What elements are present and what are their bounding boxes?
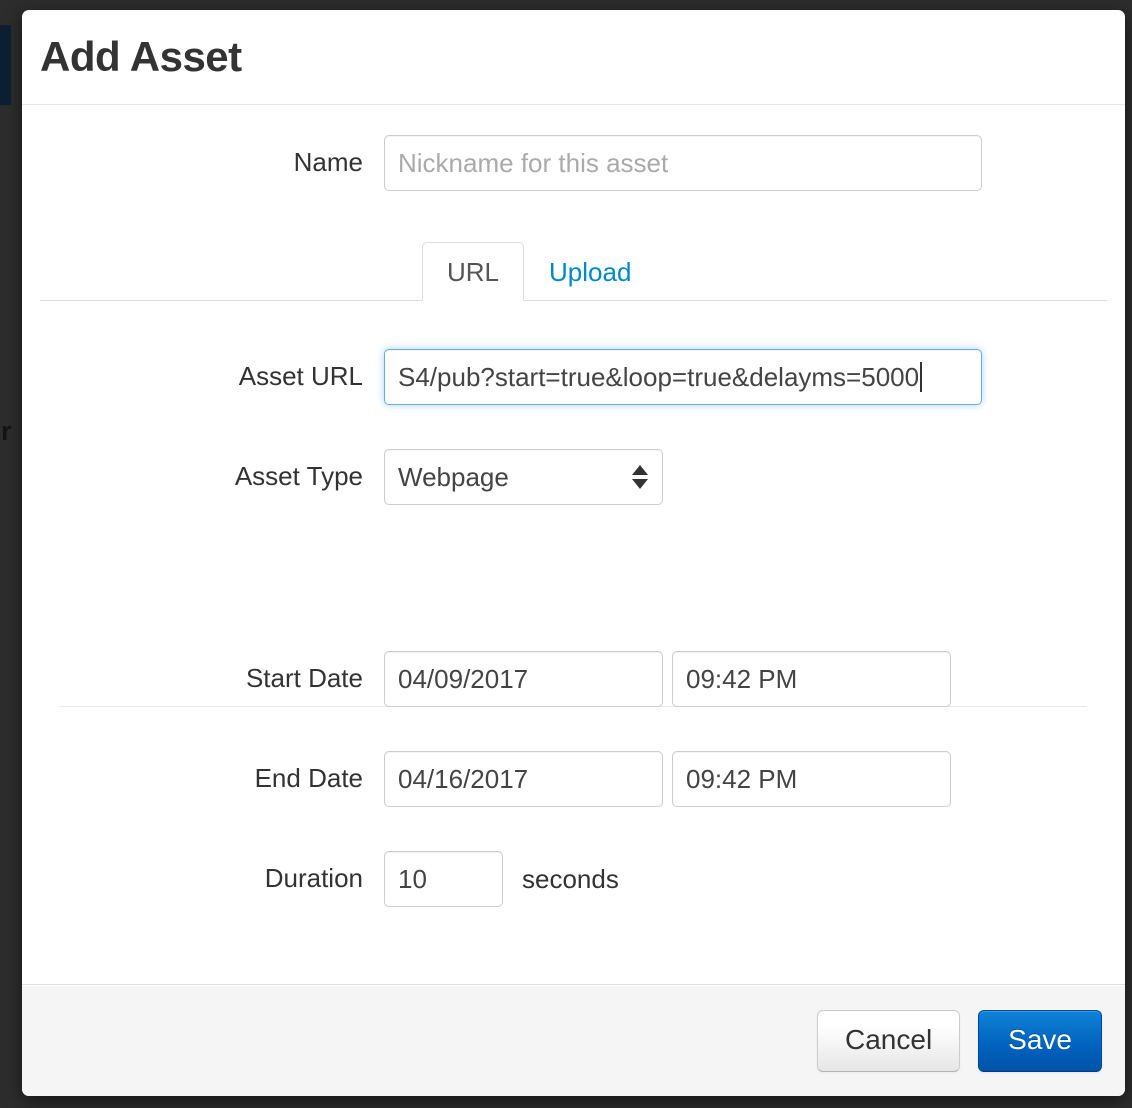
- form-row-asset-type: Asset Type Webpage: [40, 449, 1107, 505]
- start-date-input[interactable]: 04/09/2017: [384, 651, 663, 707]
- background-text-sliver: er: [0, 416, 12, 446]
- start-date-label: Start Date: [245, 663, 363, 693]
- asset-type-select[interactable]: Webpage: [384, 449, 663, 505]
- name-label: Name: [293, 147, 363, 177]
- form-row-end-date: End Date 04/16/2017 09:42 PM: [40, 751, 1107, 807]
- duration-unit-label: seconds: [522, 864, 619, 894]
- duration-input[interactable]: 10: [384, 851, 503, 907]
- text-caret: [920, 362, 923, 392]
- modal-header: Add Asset: [22, 10, 1125, 105]
- form-row-duration: Duration 10 seconds: [40, 851, 1107, 907]
- start-date-field-area: 04/09/2017 09:42 PM: [384, 651, 951, 707]
- name-input[interactable]: Nickname for this asset: [384, 135, 982, 191]
- form-row-asset-url: Asset URL S4/pub?start=true&loop=true&de…: [40, 349, 1107, 405]
- page-title: Add Asset: [40, 33, 242, 80]
- modal-body: Name Nickname for this asset URL Upload …: [22, 105, 1125, 984]
- end-date-input[interactable]: 04/16/2017: [384, 751, 663, 807]
- asset-type-field-area: Webpage: [384, 449, 663, 505]
- duration-label: Duration: [264, 863, 363, 893]
- asset-url-label: Asset URL: [238, 361, 363, 391]
- name-field-area: Nickname for this asset: [384, 135, 982, 191]
- background-navbar-sliver: [0, 25, 11, 105]
- asset-type-selected-value: Webpage: [398, 461, 509, 492]
- save-button[interactable]: Save: [978, 1009, 1102, 1072]
- end-time-input[interactable]: 09:42 PM: [672, 751, 951, 807]
- asset-url-input-text: S4/pub?start=true&loop=true&delayms=5000: [398, 362, 920, 392]
- cancel-button[interactable]: Cancel: [817, 1009, 961, 1072]
- end-date-label: End Date: [254, 763, 363, 793]
- modal-footer: Cancel Save: [22, 984, 1125, 1096]
- start-time-input[interactable]: 09:42 PM: [672, 651, 951, 707]
- tab-upload[interactable]: Upload: [524, 242, 656, 301]
- asset-source-tabs: URL Upload: [40, 227, 1107, 301]
- tab-url[interactable]: URL: [422, 242, 525, 301]
- form-row-name: Name Nickname for this asset: [40, 135, 1107, 191]
- asset-source-tabs-row: URL Upload: [40, 227, 1107, 301]
- asset-url-field-area: S4/pub?start=true&loop=true&delayms=5000: [384, 349, 982, 405]
- asset-url-input[interactable]: S4/pub?start=true&loop=true&delayms=5000: [384, 349, 982, 405]
- end-date-field-area: 04/16/2017 09:42 PM: [384, 751, 951, 807]
- duration-field-area: 10 seconds: [384, 851, 619, 907]
- add-asset-modal: Add Asset Name Nickname for this asset U…: [22, 10, 1125, 1096]
- select-updown-arrows-icon: [632, 465, 648, 489]
- form-row-start-date: Start Date 04/09/2017 09:42 PM: [40, 651, 1107, 707]
- asset-type-label: Asset Type: [234, 461, 363, 491]
